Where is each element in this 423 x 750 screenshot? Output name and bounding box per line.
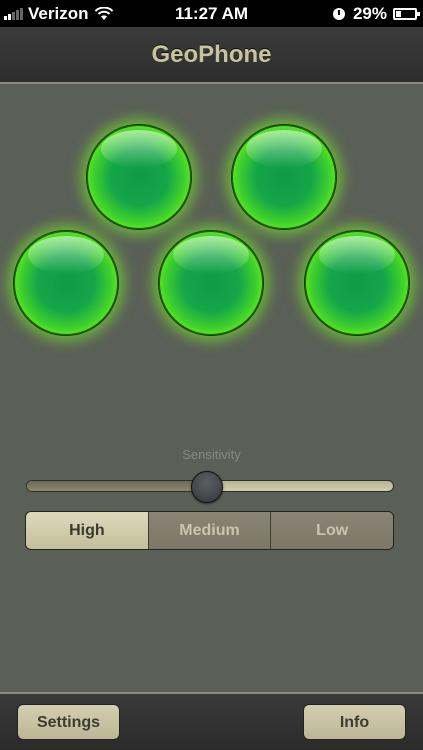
sensor-light-2 — [231, 124, 337, 230]
alarm-clock-icon — [332, 8, 345, 20]
status-right: 29% — [332, 4, 420, 24]
page-title: GeoPhone — [151, 41, 272, 68]
sensor-light-3 — [13, 230, 119, 336]
info-button[interactable]: Info — [303, 704, 406, 740]
status-bar: Verizon 11:27 AM 29% — [0, 0, 423, 27]
sensor-light-4 — [158, 230, 264, 336]
segment-medium[interactable]: Medium — [147, 512, 271, 549]
battery-percent: 29% — [352, 4, 387, 23]
battery-charging-icon — [393, 8, 420, 20]
slider-thumb[interactable] — [191, 471, 224, 503]
slider-fill — [27, 481, 208, 491]
sensitivity-segmented-control: High Medium Low — [25, 511, 394, 550]
navigation-bar: GeoPhone — [0, 27, 423, 84]
sensitivity-label: Sensitivity — [182, 447, 241, 462]
sensor-light-1 — [86, 124, 192, 230]
segment-low[interactable]: Low — [270, 512, 393, 549]
sensor-light-5 — [304, 230, 410, 336]
bottom-toolbar: Settings Info — [0, 692, 423, 750]
segment-high[interactable]: High — [26, 512, 148, 549]
settings-button[interactable]: Settings — [17, 704, 120, 740]
